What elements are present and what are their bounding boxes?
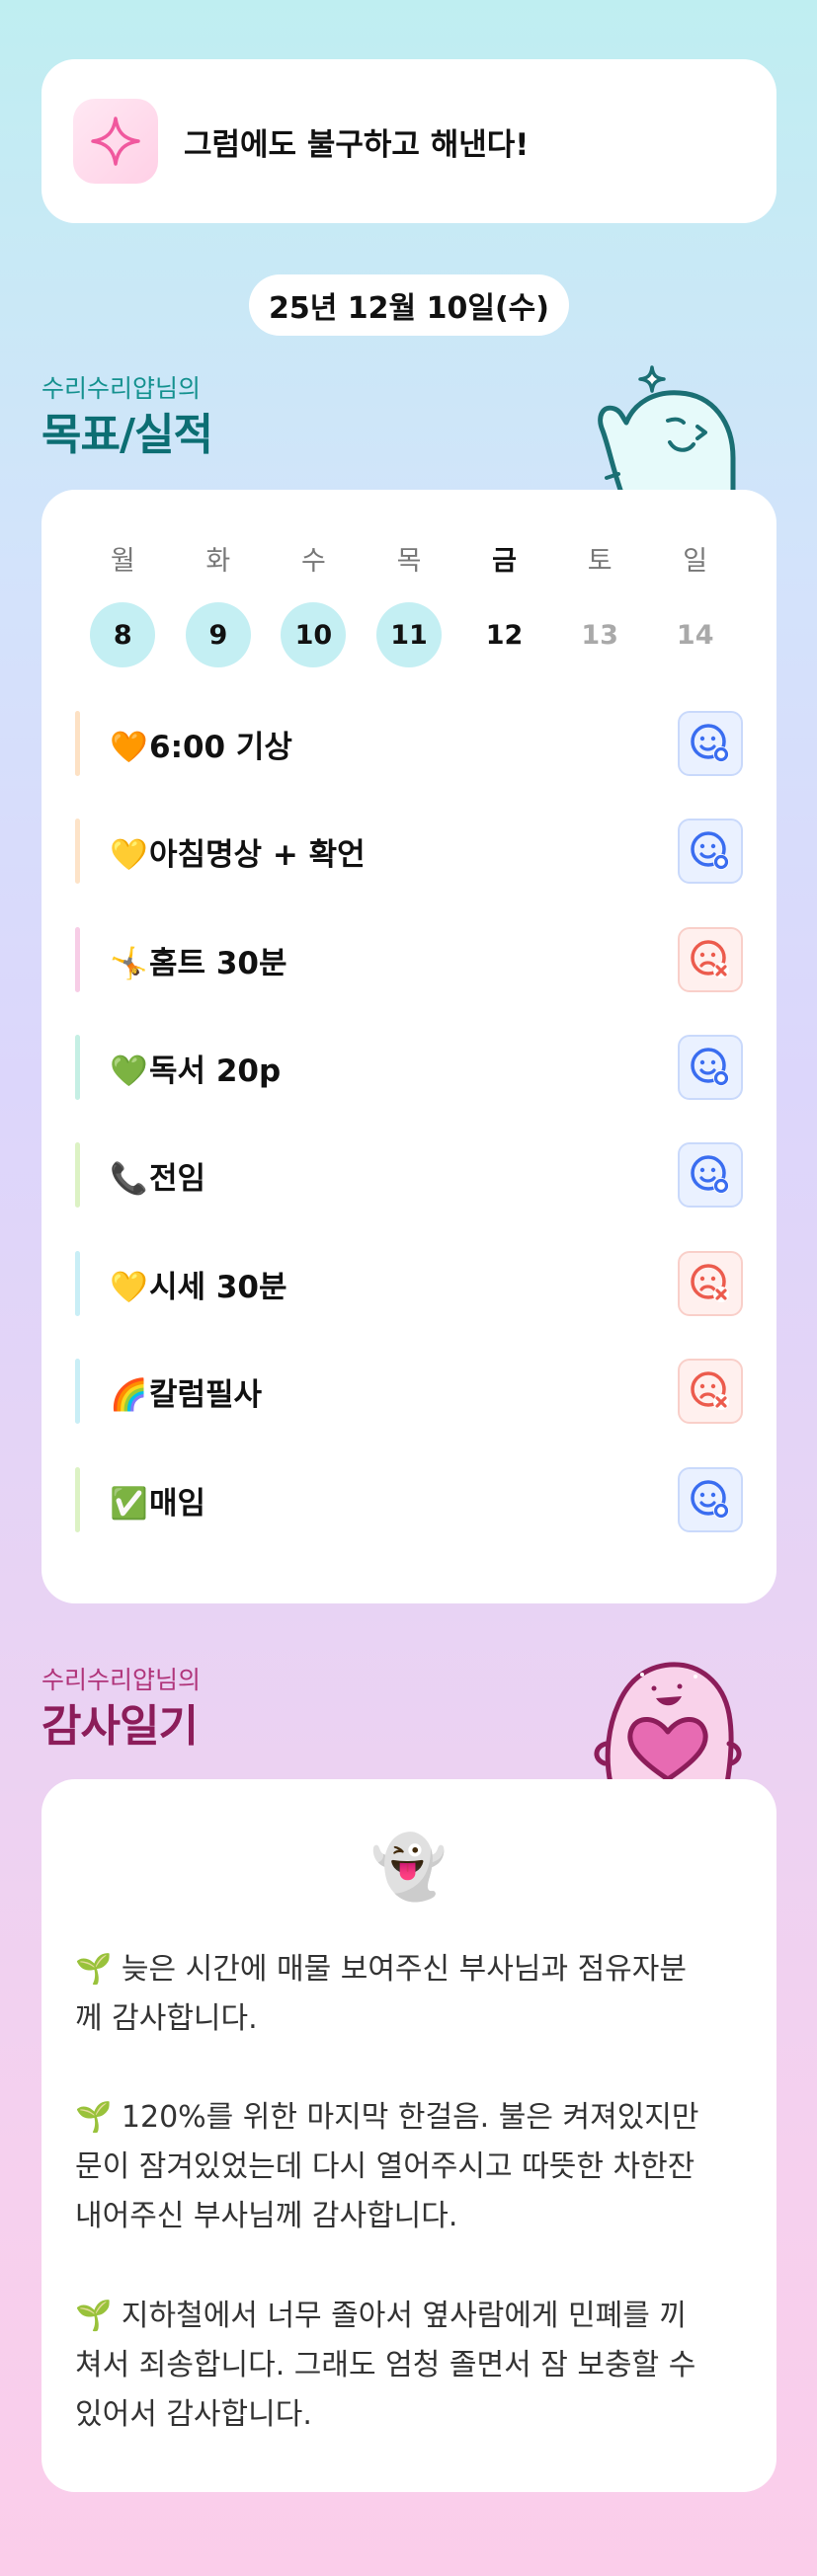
frown-x-icon[interactable] (678, 1251, 743, 1316)
weekday-thu: 목 (396, 546, 422, 577)
goal-row: 🌈칼럼필사 (75, 1359, 743, 1424)
goal-color-bar (75, 1467, 80, 1532)
frown-x-icon[interactable] (678, 927, 743, 992)
goal-text: 6:00 기상 (149, 729, 292, 765)
weekday-tue: 화 (205, 546, 231, 577)
goal-row: ✅매임 (75, 1467, 743, 1532)
gratitude-entry: 🌱 120%를 위한 마지막 한걸음. 불은 켜져있지만 문이 잠겨있었는데 다… (75, 2093, 747, 2241)
smile-check-icon[interactable] (678, 1142, 743, 1208)
week-calendar: 월 화 수 목 금 토 일 8 9 10 11 12 13 14 (75, 539, 743, 667)
weekday-sun: 일 (683, 546, 708, 577)
day-11[interactable]: 11 (375, 602, 442, 667)
goal-emoji: 🌈 (110, 1376, 148, 1413)
smile-check-icon[interactable] (678, 1467, 743, 1532)
weekday-wed: 수 (301, 546, 326, 577)
entry-line: 늦은 시간에 매물 보여주신 부사님과 점유자분 (121, 1952, 687, 1987)
day-13[interactable]: 13 (567, 602, 632, 667)
goal-color-bar (75, 1035, 80, 1100)
ghost-emoji: 👻 (370, 1831, 448, 1903)
goal-emoji: ✅ (110, 1485, 148, 1522)
goal-text: 시세 30분 (149, 1269, 287, 1305)
day-12-today[interactable]: 12 (472, 602, 537, 667)
goal-label: 💛시세 30분 (110, 1262, 678, 1306)
goal-label: 💚독서 20p (110, 1046, 678, 1090)
goal-emoji: 📞 (110, 1160, 148, 1197)
goal-color-bar (75, 711, 80, 776)
goal-text: 아침명상 + 확언 (149, 836, 366, 873)
goal-row: 🧡6:00 기상 (75, 711, 743, 776)
goal-color-bar (75, 927, 80, 992)
smile-check-icon[interactable] (678, 1035, 743, 1100)
goal-text: 전임 (149, 1160, 206, 1197)
goal-emoji: 💚 (110, 1053, 148, 1089)
goal-label: 🤸홈트 30분 (110, 938, 678, 982)
goal-label: 🌈칼럼필사 (110, 1369, 678, 1414)
weekday-mon: 월 (110, 546, 135, 577)
sprout-icon: 🌱 (75, 2299, 113, 2333)
entry-line: 께 감사합니다. (75, 2001, 258, 2036)
goal-color-bar (75, 819, 80, 884)
goal-row: 📞전임 (75, 1142, 743, 1208)
thanks-section-title: 감사일기 (41, 1701, 199, 1752)
goal-label: 💛아침명상 + 확언 (110, 829, 678, 874)
goal-color-bar (75, 1359, 80, 1424)
goal-text: 칼럼필사 (149, 1376, 263, 1413)
day-8[interactable]: 8 (90, 602, 156, 667)
goal-row: 💚독서 20p (75, 1035, 743, 1100)
day-10[interactable]: 10 (281, 602, 347, 667)
goal-color-bar (75, 1251, 80, 1316)
mascot-waving-illustration (598, 365, 736, 496)
date-pill[interactable]: 25년 12월 10일(수) (249, 274, 569, 336)
goal-color-bar (75, 1142, 80, 1208)
goal-label: 🧡6:00 기상 (110, 722, 678, 766)
day-9[interactable]: 9 (185, 602, 251, 667)
motto-card: 그럼에도 불구하고 해낸다! (41, 59, 776, 223)
goal-text: 매임 (149, 1485, 206, 1522)
gratitude-entry: 🌱 늦은 시간에 매물 보여주신 부사님과 점유자분 께 감사합니다. (75, 1945, 747, 2044)
goal-row: 💛시세 30분 (75, 1251, 743, 1316)
sparkle-icon (73, 99, 158, 184)
motto-text: 그럼에도 불구하고 해낸다! (184, 126, 530, 163)
goal-emoji: 💛 (110, 836, 148, 873)
day-14[interactable]: 14 (663, 602, 728, 667)
weekday-fri: 금 (492, 546, 517, 577)
entry-line: 쳐서 죄송합니다. 그래도 엄청 졸면서 잠 보충할 수 (75, 2348, 696, 2382)
sprout-icon: 🌱 (75, 2100, 113, 2135)
gratitude-card: 👻 🌱 늦은 시간에 매물 보여주신 부사님과 점유자분 께 감사합니다. 🌱 … (41, 1779, 776, 2492)
mascot-heart-illustration (594, 1662, 742, 1783)
goal-emoji: 🤸 (110, 945, 148, 981)
smile-check-icon[interactable] (678, 711, 743, 776)
goal-emoji: 🧡 (110, 729, 148, 765)
frown-x-icon[interactable] (678, 1359, 743, 1424)
weekday-sat: 토 (587, 546, 613, 577)
entry-line: 있어서 감사합니다. (75, 2397, 312, 2432)
goal-row: 🤸홈트 30분 (75, 927, 743, 992)
goal-label: 📞전임 (110, 1153, 678, 1198)
entry-line: 120%를 위한 마지막 한걸음. 불은 켜져있지만 (121, 2100, 699, 2135)
entry-line: 문이 잠겨있었는데 다시 열어주시고 따뜻한 차한잔 (75, 2149, 695, 2184)
smile-check-icon[interactable] (678, 819, 743, 884)
goal-emoji: 💛 (110, 1269, 148, 1305)
goal-text: 독서 20p (149, 1053, 282, 1089)
gratitude-entry: 🌱 지하철에서 너무 졸아서 옆사람에게 민폐를 끼 쳐서 죄송합니다. 그래도… (75, 2292, 747, 2440)
sprout-icon: 🌱 (75, 1952, 113, 1987)
entry-line: 내어주신 부사님께 감사합니다. (75, 2199, 458, 2233)
goal-row: 💛아침명상 + 확언 (75, 819, 743, 884)
goal-label: ✅매임 (110, 1478, 678, 1522)
goals-card: 월 화 수 목 금 토 일 8 9 10 11 12 13 14 🧡6:00 기… (41, 490, 776, 1603)
goals-section-title: 목표/실적 (41, 410, 213, 460)
goal-text: 홈트 30분 (149, 945, 287, 981)
entry-line: 지하철에서 너무 졸아서 옆사람에게 민폐를 끼 (121, 2299, 687, 2333)
